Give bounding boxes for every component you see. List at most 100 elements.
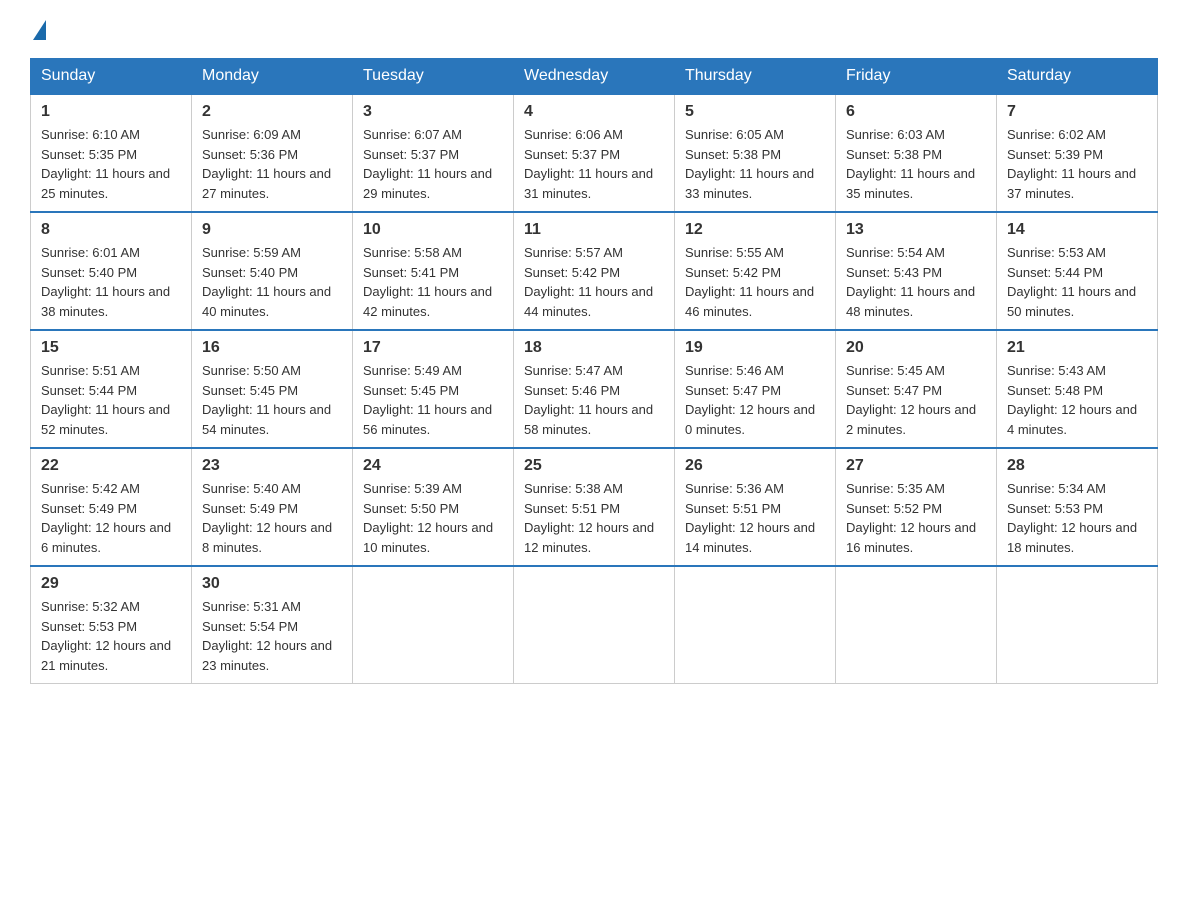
day-number: 15 [41,339,181,357]
day-number: 9 [202,221,342,239]
calendar-cell: 4 Sunrise: 6:06 AMSunset: 5:37 PMDaylight… [514,94,675,212]
day-number: 1 [41,103,181,121]
calendar-cell: 28 Sunrise: 5:34 AMSunset: 5:53 PMDayligh… [997,448,1158,566]
day-number: 5 [685,103,825,121]
page-header [30,20,1158,42]
calendar-cell: 14 Sunrise: 5:53 AMSunset: 5:44 PMDayligh… [997,212,1158,330]
calendar-cell: 19 Sunrise: 5:46 AMSunset: 5:47 PMDayligh… [675,330,836,448]
calendar-cell: 16 Sunrise: 5:50 AMSunset: 5:45 PMDayligh… [192,330,353,448]
day-number: 28 [1007,457,1147,475]
calendar-cell: 13Sunrise: 5:54 AMSunset: 5:43 PMDayligh… [836,212,997,330]
calendar-col-header-monday: Monday [192,59,353,95]
calendar-cell: 22 Sunrise: 5:42 AMSunset: 5:49 PMDayligh… [31,448,192,566]
day-info: Sunrise: 5:38 AMSunset: 5:51 PMDaylight:… [524,479,664,557]
calendar-cell [675,566,836,684]
calendar-cell [353,566,514,684]
day-info: Sunrise: 5:42 AMSunset: 5:49 PMDaylight:… [41,479,181,557]
day-number: 25 [524,457,664,475]
day-info: Sunrise: 5:58 AMSunset: 5:41 PMDaylight:… [363,243,503,321]
day-number: 13 [846,221,986,239]
day-number: 23 [202,457,342,475]
day-number: 30 [202,575,342,593]
day-number: 10 [363,221,503,239]
day-info: Sunrise: 6:01 AMSunset: 5:40 PMDaylight:… [41,243,181,321]
day-info: Sunrise: 5:34 AMSunset: 5:53 PMDaylight:… [1007,479,1147,557]
calendar-week-row: 15 Sunrise: 5:51 AMSunset: 5:44 PMDayligh… [31,330,1158,448]
calendar-week-row: 8 Sunrise: 6:01 AMSunset: 5:40 PMDaylight… [31,212,1158,330]
day-number: 18 [524,339,664,357]
calendar-cell: 2 Sunrise: 6:09 AMSunset: 5:36 PMDaylight… [192,94,353,212]
calendar-week-row: 22 Sunrise: 5:42 AMSunset: 5:49 PMDayligh… [31,448,1158,566]
calendar-cell: 26Sunrise: 5:36 AMSunset: 5:51 PMDayligh… [675,448,836,566]
day-number: 17 [363,339,503,357]
calendar-cell: 20 Sunrise: 5:45 AMSunset: 5:47 PMDayligh… [836,330,997,448]
calendar-cell: 18 Sunrise: 5:47 AMSunset: 5:46 PMDayligh… [514,330,675,448]
day-number: 3 [363,103,503,121]
day-info: Sunrise: 6:05 AMSunset: 5:38 PMDaylight:… [685,125,825,203]
day-info: Sunrise: 6:02 AMSunset: 5:39 PMDaylight:… [1007,125,1147,203]
day-number: 27 [846,457,986,475]
day-info: Sunrise: 5:39 AMSunset: 5:50 PMDaylight:… [363,479,503,557]
calendar-cell: 29Sunrise: 5:32 AMSunset: 5:53 PMDayligh… [31,566,192,684]
calendar-cell: 11Sunrise: 5:57 AMSunset: 5:42 PMDayligh… [514,212,675,330]
calendar-cell [997,566,1158,684]
calendar-cell [836,566,997,684]
day-number: 21 [1007,339,1147,357]
day-number: 29 [41,575,181,593]
calendar-col-header-sunday: Sunday [31,59,192,95]
day-number: 2 [202,103,342,121]
day-info: Sunrise: 6:07 AMSunset: 5:37 PMDaylight:… [363,125,503,203]
calendar-cell: 27 Sunrise: 5:35 AMSunset: 5:52 PMDayligh… [836,448,997,566]
day-info: Sunrise: 5:43 AMSunset: 5:48 PMDaylight:… [1007,361,1147,439]
day-number: 22 [41,457,181,475]
day-info: Sunrise: 5:55 AMSunset: 5:42 PMDaylight:… [685,243,825,321]
day-info: Sunrise: 6:06 AMSunset: 5:37 PMDaylight:… [524,125,664,203]
day-info: Sunrise: 6:10 AMSunset: 5:35 PMDaylight:… [41,125,181,203]
day-number: 12 [685,221,825,239]
day-number: 24 [363,457,503,475]
calendar-col-header-friday: Friday [836,59,997,95]
day-info: Sunrise: 5:46 AMSunset: 5:47 PMDaylight:… [685,361,825,439]
day-info: Sunrise: 5:45 AMSunset: 5:47 PMDaylight:… [846,361,986,439]
calendar-table: SundayMondayTuesdayWednesdayThursdayFrid… [30,58,1158,684]
day-info: Sunrise: 5:49 AMSunset: 5:45 PMDaylight:… [363,361,503,439]
day-info: Sunrise: 5:50 AMSunset: 5:45 PMDaylight:… [202,361,342,439]
day-number: 6 [846,103,986,121]
calendar-cell: 1 Sunrise: 6:10 AMSunset: 5:35 PMDaylight… [31,94,192,212]
day-info: Sunrise: 5:31 AMSunset: 5:54 PMDaylight:… [202,597,342,675]
calendar-col-header-saturday: Saturday [997,59,1158,95]
day-info: Sunrise: 6:03 AMSunset: 5:38 PMDaylight:… [846,125,986,203]
day-info: Sunrise: 5:40 AMSunset: 5:49 PMDaylight:… [202,479,342,557]
day-info: Sunrise: 5:51 AMSunset: 5:44 PMDaylight:… [41,361,181,439]
calendar-cell [514,566,675,684]
day-info: Sunrise: 6:09 AMSunset: 5:36 PMDaylight:… [202,125,342,203]
calendar-cell: 9 Sunrise: 5:59 AMSunset: 5:40 PMDaylight… [192,212,353,330]
day-info: Sunrise: 5:35 AMSunset: 5:52 PMDaylight:… [846,479,986,557]
calendar-cell: 17 Sunrise: 5:49 AMSunset: 5:45 PMDayligh… [353,330,514,448]
calendar-cell: 15 Sunrise: 5:51 AMSunset: 5:44 PMDayligh… [31,330,192,448]
day-info: Sunrise: 5:59 AMSunset: 5:40 PMDaylight:… [202,243,342,321]
logo-triangle-icon [33,20,46,40]
calendar-cell: 6 Sunrise: 6:03 AMSunset: 5:38 PMDaylight… [836,94,997,212]
calendar-header-row: SundayMondayTuesdayWednesdayThursdayFrid… [31,59,1158,95]
calendar-cell: 24 Sunrise: 5:39 AMSunset: 5:50 PMDayligh… [353,448,514,566]
day-number: 19 [685,339,825,357]
calendar-cell: 30 Sunrise: 5:31 AMSunset: 5:54 PMDayligh… [192,566,353,684]
day-info: Sunrise: 5:47 AMSunset: 5:46 PMDaylight:… [524,361,664,439]
day-number: 14 [1007,221,1147,239]
calendar-cell: 10 Sunrise: 5:58 AMSunset: 5:41 PMDayligh… [353,212,514,330]
day-number: 8 [41,221,181,239]
calendar-col-header-wednesday: Wednesday [514,59,675,95]
day-number: 11 [524,221,664,239]
day-number: 26 [685,457,825,475]
day-info: Sunrise: 5:53 AMSunset: 5:44 PMDaylight:… [1007,243,1147,321]
day-number: 16 [202,339,342,357]
calendar-cell: 12 Sunrise: 5:55 AMSunset: 5:42 PMDayligh… [675,212,836,330]
calendar-cell: 25 Sunrise: 5:38 AMSunset: 5:51 PMDayligh… [514,448,675,566]
calendar-cell: 21 Sunrise: 5:43 AMSunset: 5:48 PMDayligh… [997,330,1158,448]
calendar-week-row: 29Sunrise: 5:32 AMSunset: 5:53 PMDayligh… [31,566,1158,684]
calendar-cell: 23 Sunrise: 5:40 AMSunset: 5:49 PMDayligh… [192,448,353,566]
day-number: 4 [524,103,664,121]
calendar-cell: 8 Sunrise: 6:01 AMSunset: 5:40 PMDaylight… [31,212,192,330]
day-number: 20 [846,339,986,357]
